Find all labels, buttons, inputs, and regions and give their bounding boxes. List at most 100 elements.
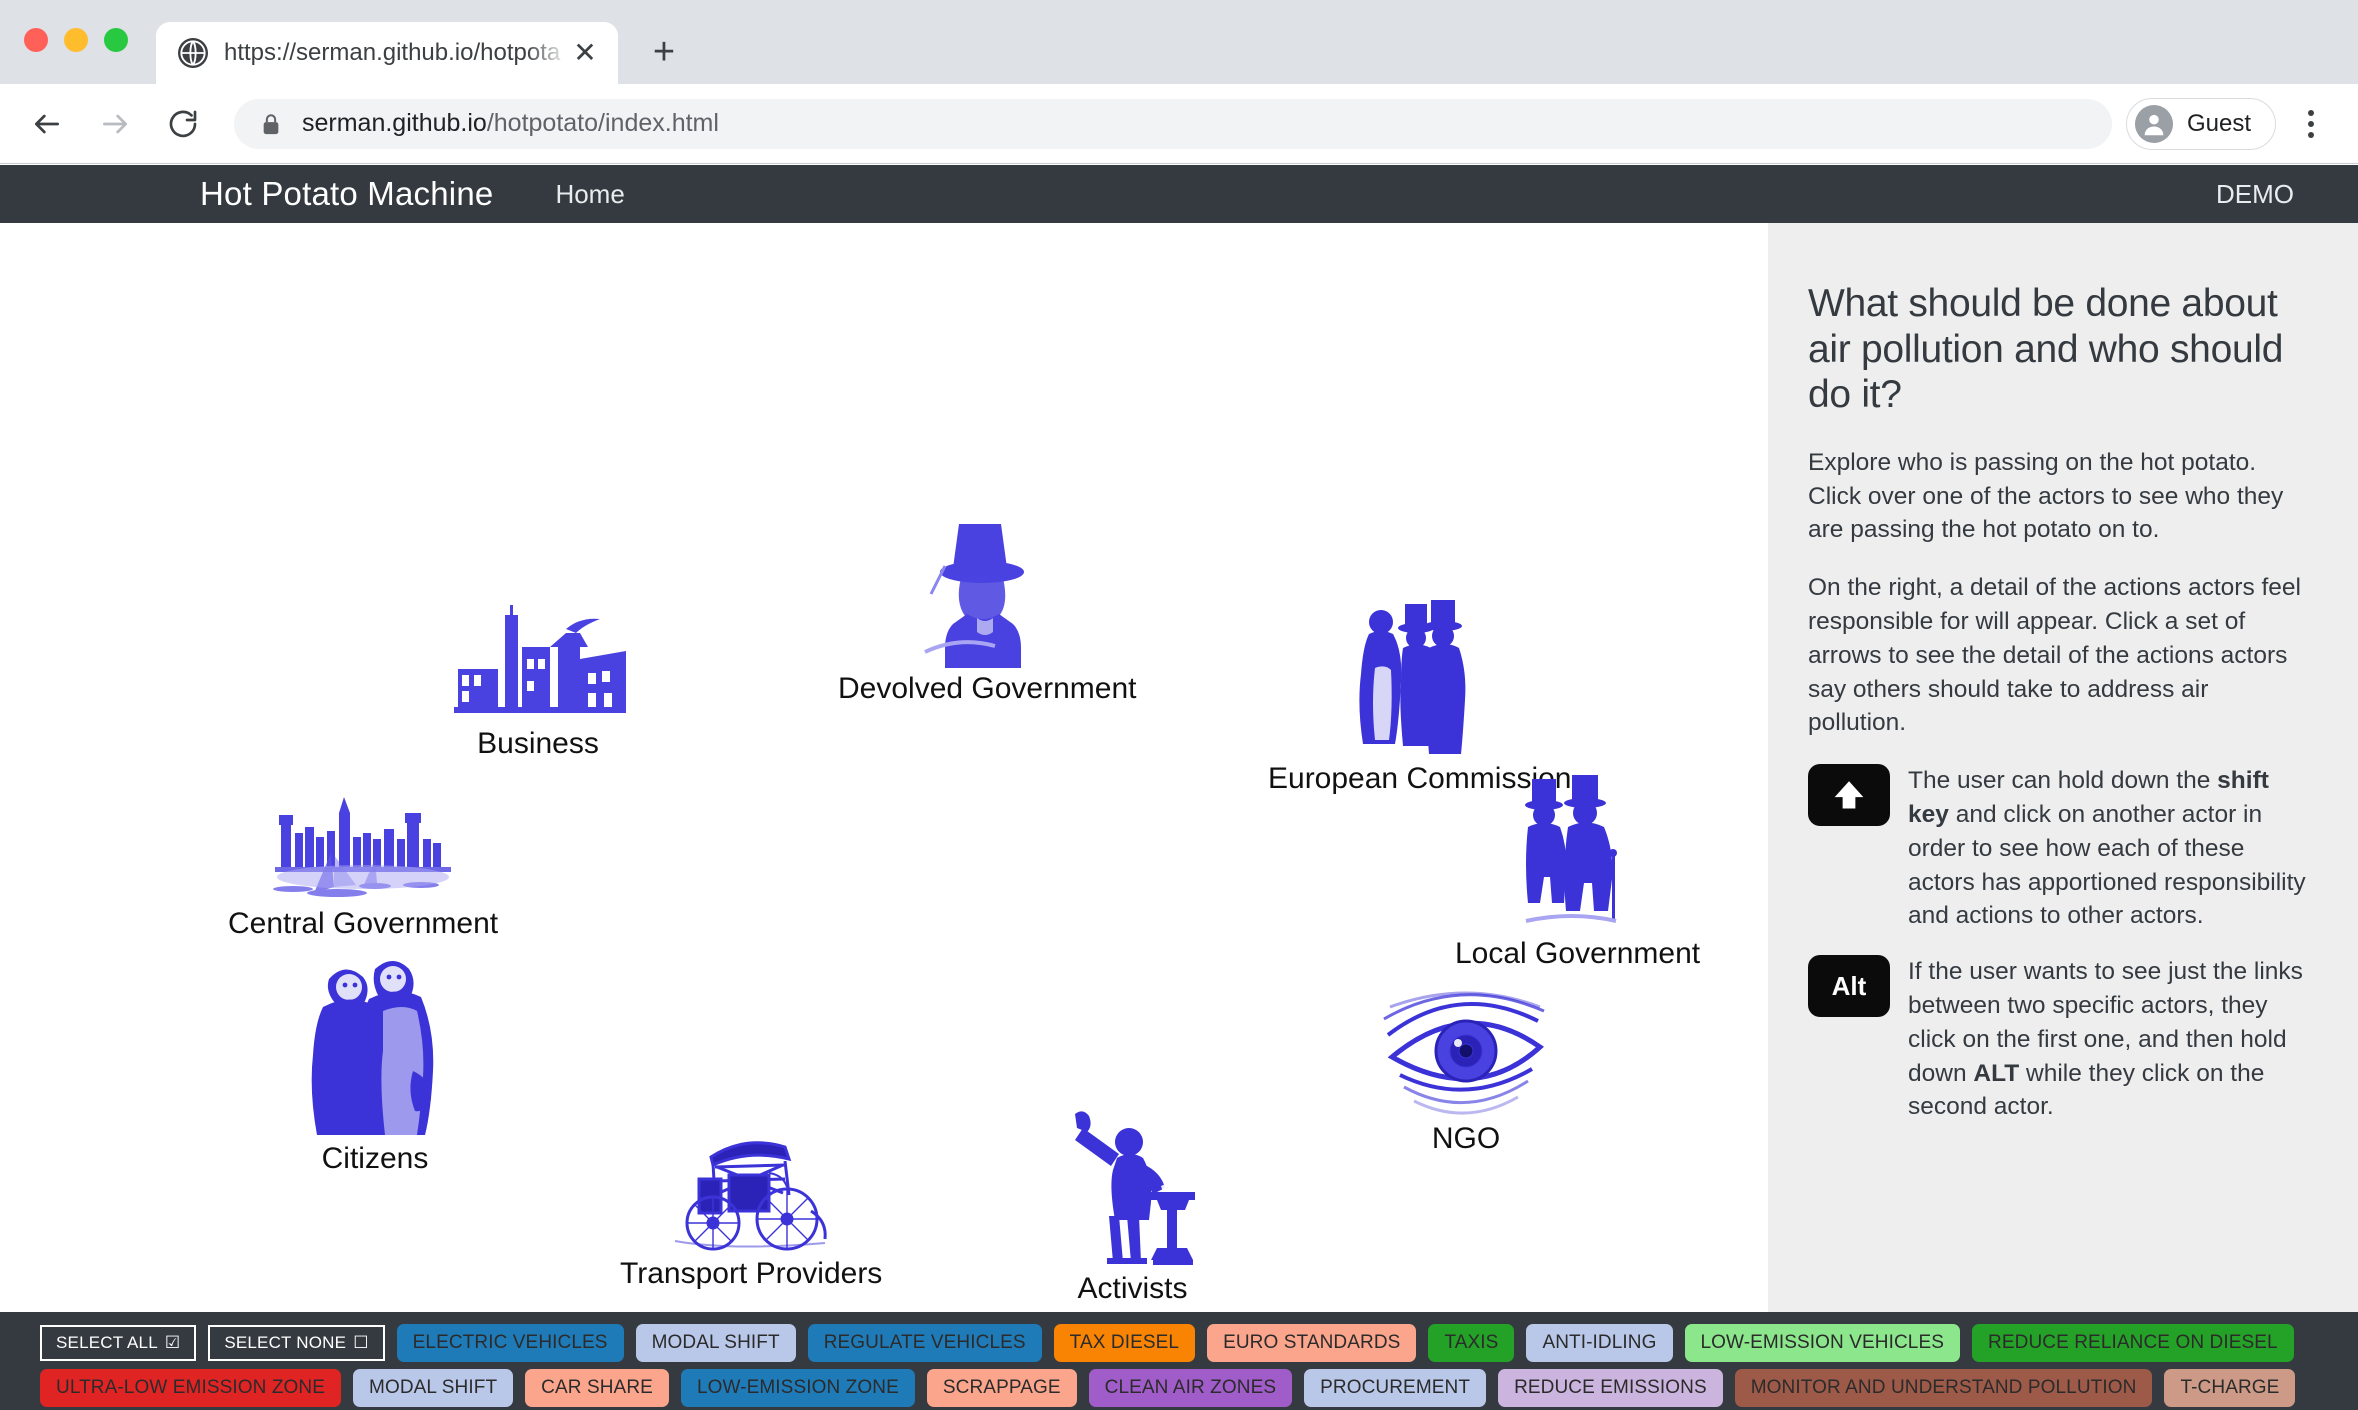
action-tag[interactable]: TAX DIESEL bbox=[1053, 1324, 1196, 1362]
profile-name: Guest bbox=[2186, 109, 2251, 137]
eye-icon bbox=[1380, 983, 1552, 1118]
action-tag[interactable]: CAR SHARE bbox=[525, 1369, 669, 1407]
sidebar-title: What should be done about air pollution … bbox=[1808, 282, 2284, 417]
action-tag[interactable]: T-CHARGE bbox=[2164, 1369, 2296, 1407]
window-traffic-lights bbox=[24, 28, 128, 52]
reload-icon[interactable] bbox=[156, 97, 210, 151]
top-hat-man-icon bbox=[907, 518, 1067, 668]
victorian-group-icon bbox=[1347, 598, 1492, 758]
parliament-icon bbox=[271, 793, 456, 903]
actor-activists[interactable]: Activists bbox=[1065, 1108, 1200, 1306]
new-tab-icon[interactable]: + bbox=[636, 24, 692, 80]
action-tag[interactable]: LOW-EMISSION ZONE bbox=[680, 1369, 915, 1407]
minimize-window-button[interactable] bbox=[64, 28, 88, 52]
close-window-button[interactable] bbox=[24, 28, 48, 52]
address-bar-url: serman.github.io/hotpotato/index.html bbox=[302, 109, 719, 138]
actor-label: Activists bbox=[1077, 1272, 1188, 1305]
shift-key-text: The user can hold down the shift key and… bbox=[1908, 764, 2310, 933]
avatar bbox=[2134, 104, 2173, 143]
browser-tab[interactable]: https://serman.github.io/hotpota ✕ bbox=[156, 22, 618, 84]
actor-european-commission[interactable]: European Commission bbox=[1268, 598, 1571, 796]
sidebar-paragraph-2: On the right, a detail of the actions ac… bbox=[1808, 574, 2302, 737]
action-tag[interactable]: MODAL SHIFT bbox=[353, 1369, 514, 1407]
action-tag[interactable]: CLEAN AIR ZONES bbox=[1088, 1369, 1293, 1407]
carriage-icon bbox=[661, 1123, 841, 1253]
kebab-dot bbox=[2308, 131, 2314, 138]
action-tag[interactable]: MONITOR AND UNDERSTAND POLLUTION bbox=[1734, 1369, 2153, 1407]
profile-button[interactable]: Guest bbox=[2125, 97, 2276, 150]
actor-devolved-government[interactable]: Devolved Government bbox=[838, 518, 1136, 706]
actor-label: Citizens bbox=[321, 1142, 429, 1175]
alt-text-bold: ALT bbox=[1973, 1059, 2020, 1087]
action-tag[interactable]: ANTI-IDLING bbox=[1526, 1324, 1673, 1362]
actor-central-government[interactable]: Central Government bbox=[228, 793, 498, 941]
factory-icon bbox=[448, 603, 628, 723]
shift-key-hint: The user can hold down the shift key and… bbox=[1808, 764, 2310, 933]
shift-text-c: and click on another actor in order to s… bbox=[1908, 801, 2306, 930]
maximize-window-button[interactable] bbox=[104, 28, 128, 52]
page-content: Hot Potato Machine Home DEMO Business De… bbox=[0, 165, 2358, 1410]
action-tag[interactable]: REGULATE VEHICLES bbox=[807, 1324, 1042, 1362]
kebab-dot bbox=[2308, 120, 2314, 127]
two-women-icon bbox=[305, 953, 445, 1138]
select-all-button[interactable]: SELECT ALL ☑ bbox=[40, 1325, 197, 1361]
site-brand[interactable]: Hot Potato Machine bbox=[200, 175, 493, 213]
actor-ngo[interactable]: NGO bbox=[1380, 983, 1552, 1156]
actor-label: Local Government bbox=[1455, 937, 1701, 970]
nav-item-demo[interactable]: DEMO bbox=[2216, 179, 2294, 210]
browser-toolbar: serman.github.io/hotpotato/index.html Gu… bbox=[0, 84, 2358, 164]
actor-network-canvas[interactable]: Business Devolved Government European Co… bbox=[0, 223, 1768, 1312]
sidebar-paragraph-1: Explore who is passing on the hot potato… bbox=[1808, 448, 2284, 544]
forward-icon bbox=[88, 97, 142, 151]
site-navbar: Hot Potato Machine Home DEMO bbox=[0, 165, 2358, 223]
nav-item-home[interactable]: Home bbox=[555, 179, 624, 210]
alt-key-text: If the user wants to see just the links … bbox=[1908, 955, 2310, 1124]
action-tag[interactable]: MODAL SHIFT bbox=[635, 1324, 796, 1362]
shift-text-a: The user can hold down the bbox=[1908, 767, 2218, 795]
close-tab-icon[interactable]: ✕ bbox=[568, 36, 602, 70]
select-all-label: SELECT ALL bbox=[56, 1333, 158, 1352]
browser-window: https://serman.github.io/hotpota ✕ + ser… bbox=[0, 0, 2358, 1410]
checkbox-empty-icon: ☐ bbox=[353, 1333, 369, 1352]
back-icon[interactable] bbox=[20, 97, 74, 151]
actor-label: Transport Providers bbox=[620, 1257, 883, 1290]
actor-label: Central Government bbox=[228, 907, 499, 940]
info-sidebar: What should be done about air pollution … bbox=[1768, 223, 2358, 1312]
chrome-menu-icon[interactable] bbox=[2288, 98, 2334, 150]
action-tag[interactable]: ULTRA-LOW EMISSION ZONE bbox=[40, 1369, 342, 1407]
action-tag[interactable]: LOW-EMISSION VEHICLES bbox=[1684, 1324, 1961, 1362]
globe-favicon-icon bbox=[178, 38, 208, 68]
address-bar-path: /hotpotato/index.html bbox=[486, 109, 719, 137]
orator-icon bbox=[1065, 1108, 1200, 1268]
action-tag[interactable]: PROCUREMENT bbox=[1304, 1369, 1487, 1407]
page-body: Business Devolved Government European Co… bbox=[0, 223, 2358, 1312]
actor-label: Business bbox=[477, 727, 599, 760]
action-tag[interactable]: EURO STANDARDS bbox=[1207, 1324, 1417, 1362]
browser-tab-strip: https://serman.github.io/hotpota ✕ + bbox=[0, 0, 2358, 84]
checkbox-checked-icon: ☑ bbox=[164, 1333, 181, 1352]
actor-business[interactable]: Business bbox=[448, 603, 628, 761]
actor-local-government[interactable]: Local Government bbox=[1455, 773, 1700, 971]
select-none-label: SELECT NONE bbox=[224, 1333, 347, 1352]
two-gentlemen-icon bbox=[1510, 773, 1645, 933]
action-tag[interactable]: REDUCE EMISSIONS bbox=[1498, 1369, 1723, 1407]
alt-key-hint: Alt If the user wants to see just the li… bbox=[1808, 955, 2310, 1124]
tag-row-2: ULTRA-LOW EMISSION ZONE MODAL SHIFT CAR SH… bbox=[40, 1369, 2358, 1407]
kebab-dot bbox=[2308, 109, 2314, 116]
address-bar-domain: serman.github.io bbox=[302, 109, 487, 137]
action-tag[interactable]: REDUCE RELIANCE ON DIESEL bbox=[1972, 1324, 2294, 1362]
alt-key-icon: Alt bbox=[1808, 955, 1890, 1018]
lock-icon bbox=[260, 111, 282, 137]
tab-title: https://serman.github.io/hotpota bbox=[224, 39, 561, 66]
action-tag-filter-bar: SELECT ALL ☑ SELECT NONE ☐ ELECTRIC VEHI… bbox=[0, 1312, 2358, 1410]
actor-transport-providers[interactable]: Transport Providers bbox=[620, 1123, 882, 1291]
actor-label: NGO bbox=[1431, 1122, 1501, 1155]
action-tag[interactable]: TAXIS bbox=[1428, 1324, 1515, 1362]
actor-label: Devolved Government bbox=[838, 672, 1137, 705]
address-bar[interactable]: serman.github.io/hotpotato/index.html bbox=[234, 98, 2112, 149]
actor-citizens[interactable]: Citizens bbox=[305, 953, 445, 1176]
action-tag[interactable]: SCRAPPAGE bbox=[926, 1369, 1077, 1407]
select-none-button[interactable]: SELECT NONE ☐ bbox=[208, 1325, 385, 1361]
tag-row-1: SELECT ALL ☑ SELECT NONE ☐ ELECTRIC VEHI… bbox=[40, 1324, 2358, 1362]
action-tag[interactable]: ELECTRIC VEHICLES bbox=[396, 1324, 624, 1362]
